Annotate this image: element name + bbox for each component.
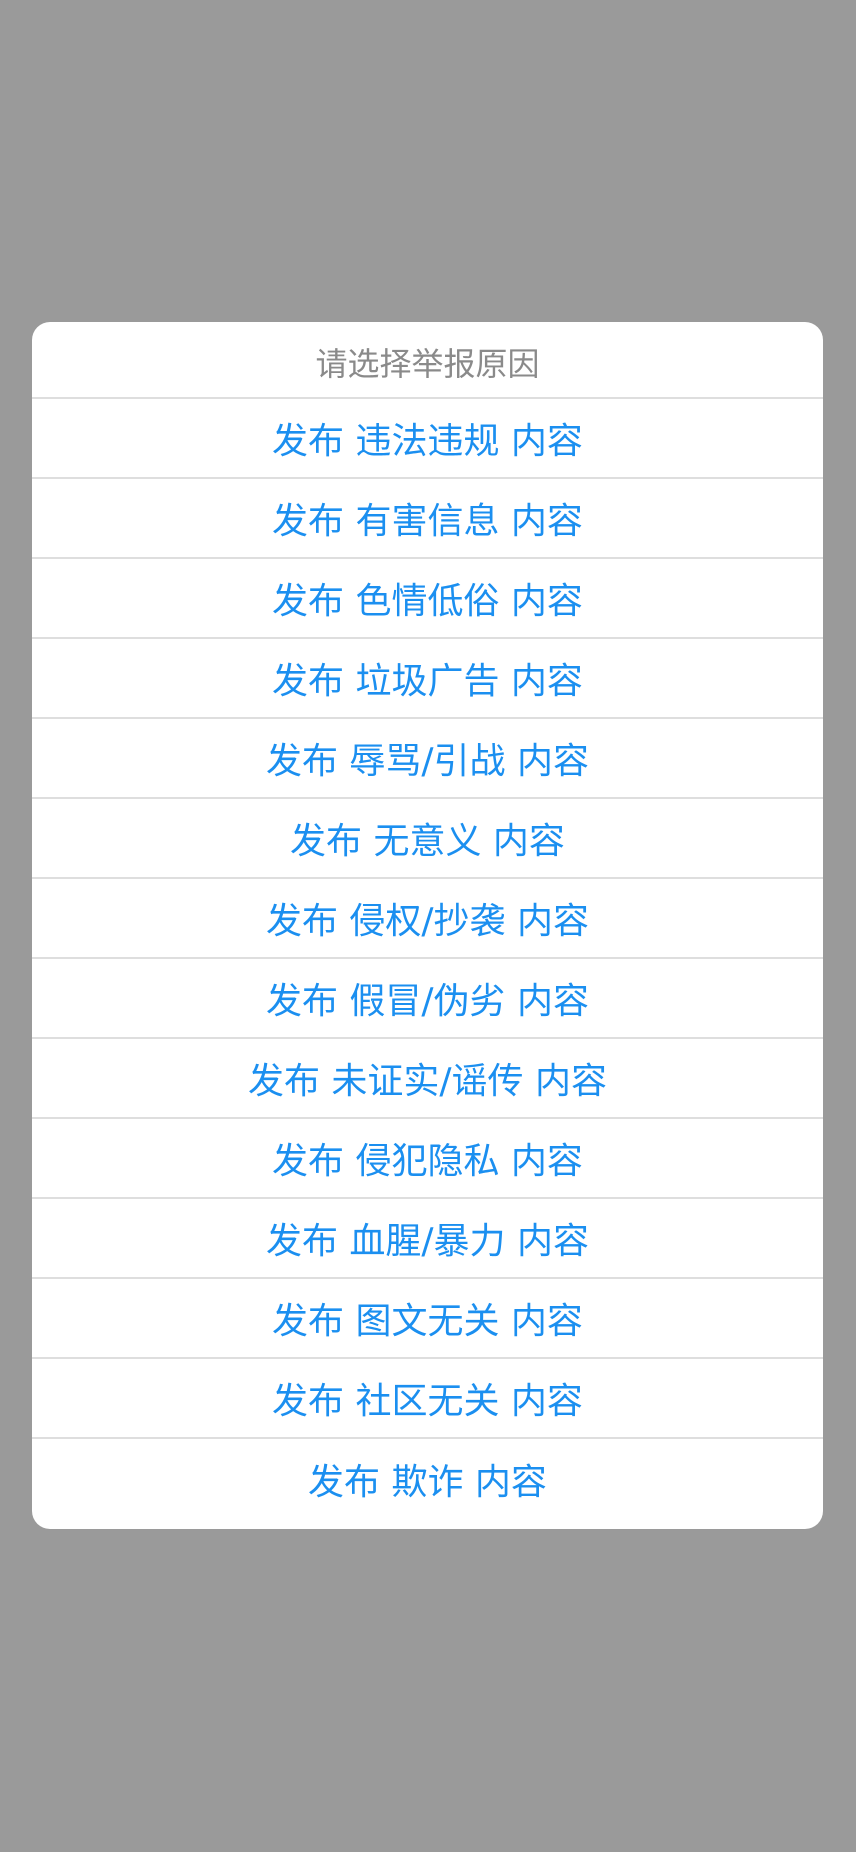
report-option-pornographic[interactable]: 发布 色情低俗 内容 [32,559,823,639]
report-option-abuse[interactable]: 发布 辱骂/引战 内容 [32,719,823,799]
report-option-image-mismatch[interactable]: 发布 图文无关 内容 [32,1279,823,1359]
report-option-off-topic[interactable]: 发布 社区无关 内容 [32,1359,823,1439]
report-option-counterfeit[interactable]: 发布 假冒/伪劣 内容 [32,959,823,1039]
report-option-fraud[interactable]: 发布 欺诈 内容 [32,1439,823,1519]
report-options-list: 发布 违法违规 内容 发布 有害信息 内容 发布 色情低俗 内容 发布 垃圾广告… [32,399,823,1519]
report-option-meaningless[interactable]: 发布 无意义 内容 [32,799,823,879]
report-option-infringement[interactable]: 发布 侵权/抄袭 内容 [32,879,823,959]
report-option-illegal[interactable]: 发布 违法违规 内容 [32,399,823,479]
report-option-privacy[interactable]: 发布 侵犯隐私 内容 [32,1119,823,1199]
sheet-title: 请选择举报原因 [32,322,823,399]
report-option-spam-ads[interactable]: 发布 垃圾广告 内容 [32,639,823,719]
report-option-harmful-info[interactable]: 发布 有害信息 内容 [32,479,823,559]
report-option-violence[interactable]: 发布 血腥/暴力 内容 [32,1199,823,1279]
report-option-rumor[interactable]: 发布 未证实/谣传 内容 [32,1039,823,1119]
report-reason-sheet: 请选择举报原因 发布 违法违规 内容 发布 有害信息 内容 发布 色情低俗 内容… [32,322,823,1529]
